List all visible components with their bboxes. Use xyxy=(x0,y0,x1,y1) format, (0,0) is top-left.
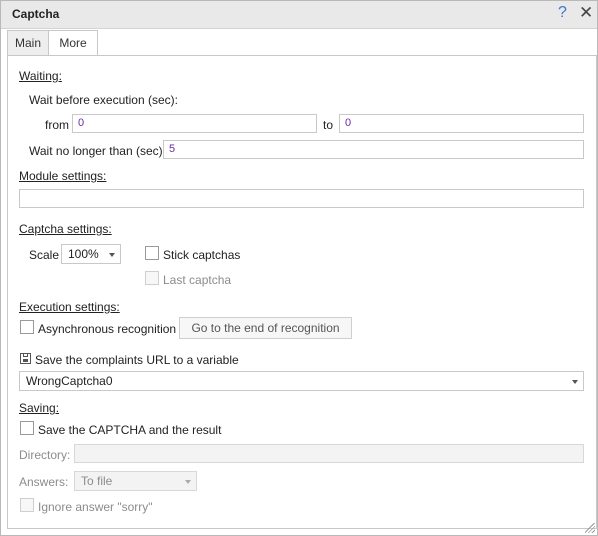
wait-no-longer-label: Wait no longer than (sec): xyxy=(29,144,166,158)
wait-to-input[interactable]: 0 xyxy=(339,114,584,133)
async-recognition-label: Asynchronous recognition xyxy=(38,322,177,336)
tab-main[interactable]: Main xyxy=(7,30,49,56)
tab-more[interactable]: More xyxy=(48,30,98,57)
wait-from-input[interactable]: 0 xyxy=(72,114,317,133)
help-icon[interactable]: ? xyxy=(558,4,567,22)
waiting-section-title: Waiting: xyxy=(19,69,62,83)
title-bar: Captcha ? ✕ xyxy=(1,1,597,29)
answers-label: Answers: xyxy=(19,475,69,489)
wait-no-longer-input[interactable]: 5 xyxy=(163,140,584,159)
module-settings-input[interactable] xyxy=(19,189,584,208)
directory-input[interactable] xyxy=(74,444,584,463)
last-captcha-label: Last captcha xyxy=(163,273,232,287)
async-recognition-checkbox[interactable] xyxy=(20,320,34,334)
scale-value: 100% xyxy=(68,247,99,261)
chevron-down-icon xyxy=(185,480,191,484)
complaints-variable-value: WrongCaptcha0 xyxy=(26,374,113,388)
stick-captchas-label: Stick captchas xyxy=(163,248,241,262)
resize-grip[interactable] xyxy=(585,523,595,533)
save-captcha-checkbox[interactable] xyxy=(20,421,34,435)
answers-value: To file xyxy=(81,474,113,488)
complaints-variable-dropdown[interactable]: WrongCaptcha0 xyxy=(19,371,584,391)
to-label: to xyxy=(323,118,334,132)
stick-captchas-checkbox[interactable] xyxy=(145,246,159,260)
saving-section-title: Saving: xyxy=(19,401,60,415)
ignore-sorry-checkbox[interactable] xyxy=(20,498,34,512)
ignore-sorry-label: Ignore answer "sorry" xyxy=(38,500,153,514)
save-captcha-label: Save the CAPTCHA and the result xyxy=(38,423,222,437)
chevron-down-icon xyxy=(109,253,115,257)
save-icon xyxy=(20,353,31,364)
last-captcha-checkbox[interactable] xyxy=(145,271,159,285)
more-tab-panel: Waiting: Wait before execution (sec): fr… xyxy=(7,55,597,529)
scale-dropdown[interactable]: 100% xyxy=(61,244,121,264)
go-to-end-button[interactable]: Go to the end of recognition xyxy=(179,317,352,339)
wait-before-label: Wait before execution (sec): xyxy=(29,93,178,107)
window-title: Captcha xyxy=(12,7,60,21)
answers-dropdown[interactable]: To file xyxy=(74,471,197,491)
from-label: from xyxy=(45,118,69,132)
scale-label: Scale xyxy=(29,248,60,262)
module-settings-section-title: Module settings: xyxy=(19,169,107,183)
directory-label: Directory: xyxy=(19,448,71,462)
captcha-settings-section-title: Captcha settings: xyxy=(19,222,112,236)
chevron-down-icon xyxy=(572,380,578,384)
captcha-dialog: Captcha ? ✕ Main More Waiting: Wait befo… xyxy=(0,0,598,536)
execution-settings-section-title: Execution settings: xyxy=(19,300,120,314)
complaints-url-label: Save the complaints URL to a variable xyxy=(35,353,239,367)
close-icon[interactable]: ✕ xyxy=(579,3,593,23)
